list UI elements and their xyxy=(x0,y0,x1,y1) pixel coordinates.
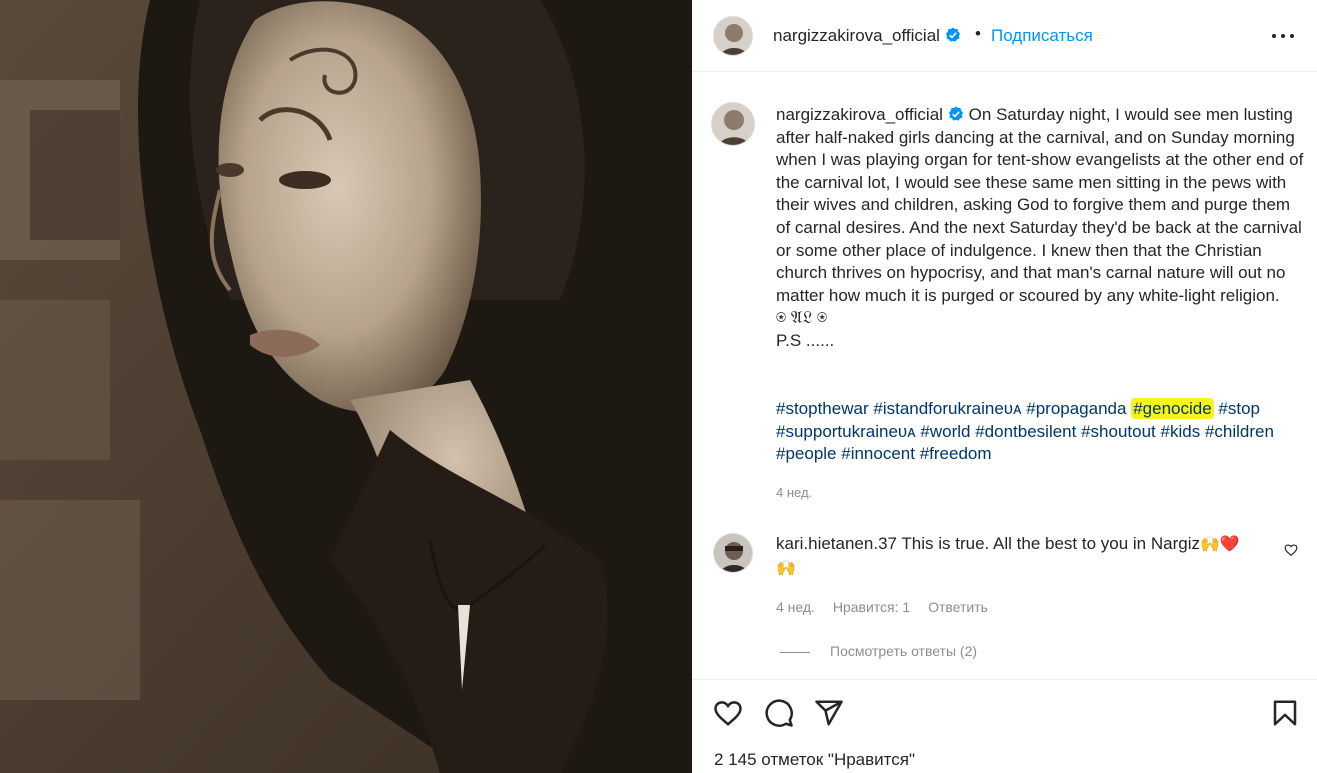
comment-icon[interactable] xyxy=(764,698,794,728)
post-actions-bar: 2 145 отметок "Нравится" xyxy=(692,679,1317,773)
caption-ps: P.S ...... xyxy=(776,330,835,350)
hashtag-link[interactable]: #people xyxy=(776,444,837,463)
commenter-avatar[interactable] xyxy=(713,533,753,573)
hashtag-link[interactable]: #istandforukraineᴜᴀ xyxy=(873,399,1021,418)
hashtag-link[interactable]: #children xyxy=(1205,422,1274,441)
hashtag-link[interactable]: #kids xyxy=(1161,422,1201,441)
raised-hands-emoji: 🙌 xyxy=(1200,536,1220,553)
view-replies-button[interactable]: Посмотреть ответы (2) xyxy=(780,643,977,659)
comment-meta: 4 нед. Нравится: 1 Ответить xyxy=(776,599,1002,615)
caption-username[interactable]: nargizzakirova_official xyxy=(776,105,943,124)
hashtag-link[interactable]: #supportukraineᴜᴀ xyxy=(776,422,916,441)
raised-hands-emoji: 🙌 xyxy=(776,559,796,577)
separator-dot: • xyxy=(975,24,981,43)
reply-button[interactable]: Ответить xyxy=(928,599,988,615)
hashtag-link[interactable]: #genocide xyxy=(1131,398,1214,419)
hashtag-link[interactable]: #stopthewar xyxy=(776,399,869,418)
more-options-icon[interactable] xyxy=(1272,30,1296,42)
post-photo[interactable] xyxy=(0,0,692,773)
commenter-username[interactable]: kari.hietanen.37 xyxy=(776,534,897,553)
comment-text: This is true. All the best to you in Nar… xyxy=(901,534,1200,553)
hashtag-link[interactable]: #dontbesilent xyxy=(975,422,1076,441)
comment: kari.hietanen.37 This is true. All the b… xyxy=(776,533,1256,580)
post-header: nargizzakirova_official • Подписаться xyxy=(692,0,1317,72)
hashtag-list: #stopthewar #istandforukraineᴜᴀ #propaga… xyxy=(776,398,1311,466)
caption-author-avatar[interactable] xyxy=(711,102,755,146)
share-icon[interactable] xyxy=(814,698,844,728)
hashtag-link[interactable]: #innocent xyxy=(841,444,915,463)
hashtag-link[interactable]: #propaganda xyxy=(1026,399,1126,418)
caption-timestamp[interactable]: 4 нед. xyxy=(776,485,812,500)
post-caption: nargizzakirova_official On Saturday nigh… xyxy=(776,104,1306,353)
red-heart-emoji: ❤️ xyxy=(1219,536,1240,553)
verified-badge-icon xyxy=(948,106,963,121)
post-details-panel: nargizzakirova_official • Подписаться na… xyxy=(692,0,1317,773)
bookmark-icon[interactable] xyxy=(1270,698,1300,728)
comment-timestamp[interactable]: 4 нед. xyxy=(776,599,815,615)
post-image xyxy=(0,0,692,773)
hashtag-link[interactable]: #stop xyxy=(1218,399,1260,418)
replies-divider-line xyxy=(780,651,810,653)
follow-button[interactable]: Подписаться xyxy=(991,26,1093,46)
heart-icon[interactable] xyxy=(713,698,743,728)
author-avatar[interactable] xyxy=(713,16,753,56)
verified-badge-icon xyxy=(945,27,960,42)
view-replies-label[interactable]: Посмотреть ответы (2) xyxy=(830,643,977,659)
hashtag-link[interactable]: #freedom xyxy=(920,444,992,463)
hashtag-link[interactable]: #world xyxy=(920,422,970,441)
comment-likes[interactable]: Нравится: 1 xyxy=(833,599,910,615)
hashtag-link[interactable]: #shoutout xyxy=(1081,422,1156,441)
caption-signature: ⍟ 𝔄𝔏 ⍟ xyxy=(776,308,828,328)
author-username-text[interactable]: nargizzakirova_official xyxy=(773,26,940,45)
comment-like-heart-icon[interactable] xyxy=(1284,543,1298,557)
caption-text: On Saturday night, I would see men lusti… xyxy=(776,105,1304,305)
likes-count[interactable]: 2 145 отметок "Нравится" xyxy=(714,750,915,770)
author-username[interactable]: nargizzakirova_official xyxy=(773,26,961,46)
